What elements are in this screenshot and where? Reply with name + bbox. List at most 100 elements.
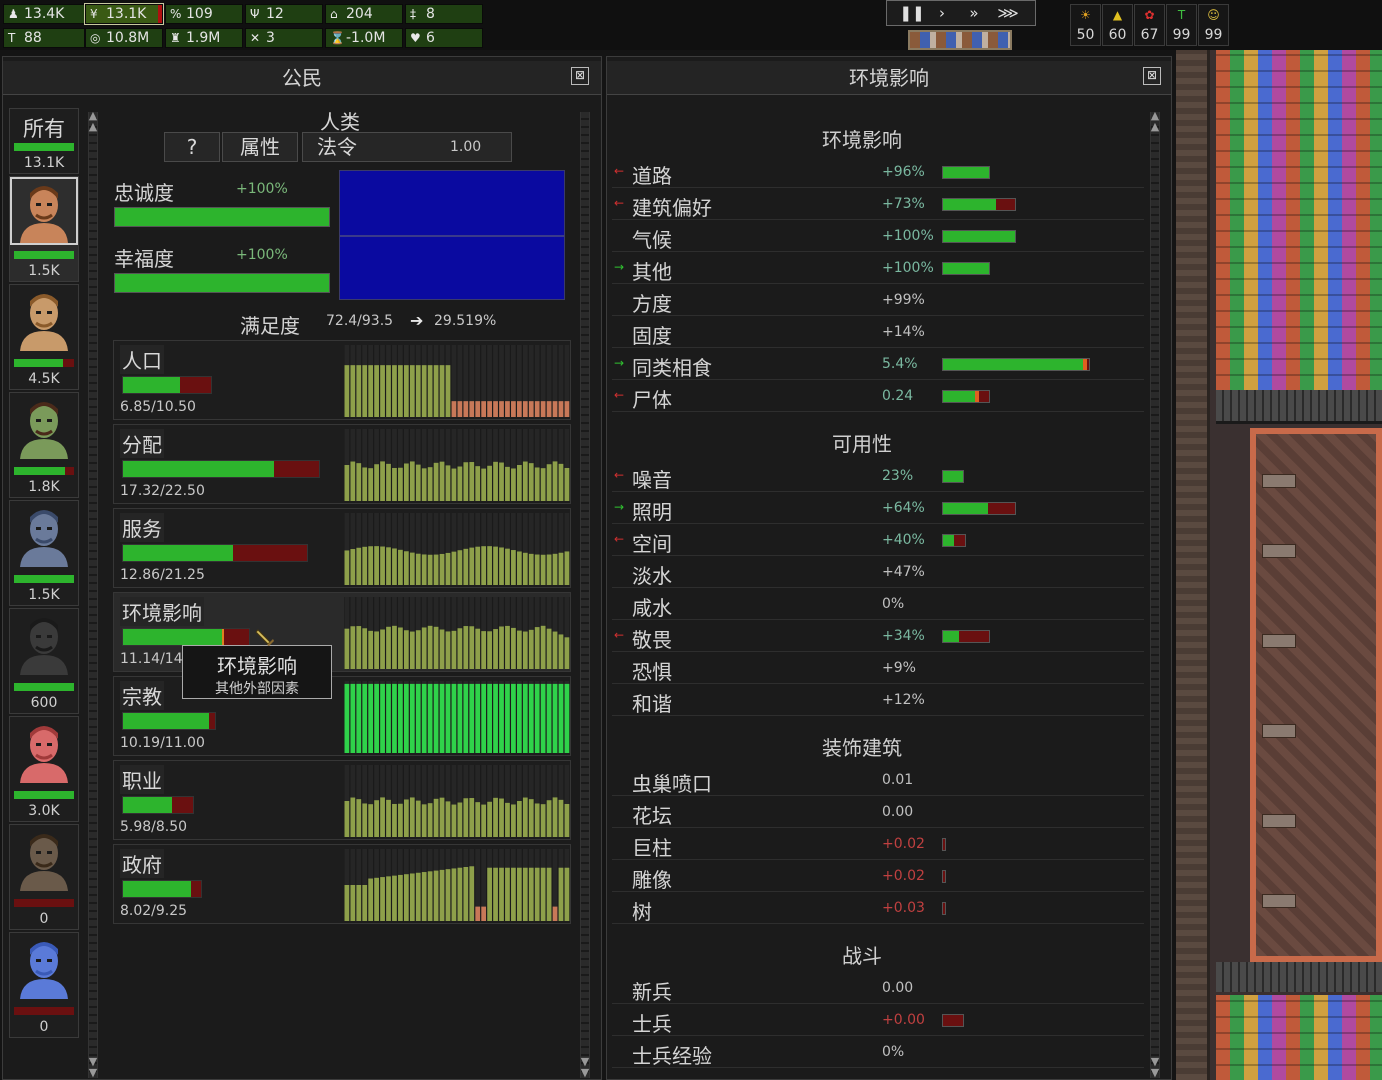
trident-icon: T <box>1177 8 1186 22</box>
tile-preview <box>908 30 1012 50</box>
need-6[interactable]: 政府 8.02/9.25 <box>113 844 571 924</box>
satisfaction-rate: 29.519% <box>434 313 497 329</box>
env-bar <box>942 390 990 403</box>
resource-value: 204 <box>346 6 373 22</box>
resource-wheat[interactable]: Ψ 12 <box>245 4 323 24</box>
env-row[interactable]: 恐惧 +9% <box>612 652 1144 684</box>
species-item[interactable]: 0 <box>9 824 79 930</box>
env-row[interactable]: 花坛 0.00 <box>612 796 1144 828</box>
history-bar <box>350 549 356 585</box>
resource-coins[interactable]: ◎ 10.8M <box>85 28 163 48</box>
species-all[interactable]: 所有 13.1K <box>9 108 79 174</box>
species-item[interactable]: 1.5K <box>9 500 79 606</box>
species-item[interactable]: 1.5K <box>9 176 79 282</box>
env-row[interactable]: 咸水 0% <box>612 588 1144 620</box>
env-scroll-down-icon[interactable]: ▼ ▼ <box>1150 1056 1160 1078</box>
env-row[interactable]: 固度 +14% <box>612 316 1144 348</box>
resource-population[interactable]: ♟ 13.4K <box>3 4 85 24</box>
tab-attributes[interactable]: 属性 <box>222 132 298 162</box>
history-bar <box>356 547 362 585</box>
env-row[interactable]: 巨柱 +0.02 <box>612 828 1144 860</box>
counter-flower[interactable]: ✿ 67 <box>1134 4 1165 46</box>
play-button[interactable]: › <box>928 2 956 24</box>
env-label: 气候 <box>632 228 672 252</box>
env-row[interactable]: 和谐 +12% <box>612 684 1144 716</box>
env-row[interactable]: 方度 +99% <box>612 284 1144 316</box>
scroll-down-icon[interactable]: ▼ ▼ <box>88 1056 98 1078</box>
env-row[interactable]: → 其他 +100% <box>612 252 1144 284</box>
history-bar <box>386 876 391 921</box>
species-item[interactable]: 4.5K <box>9 284 79 390</box>
resource-hourglass[interactable]: ⌛ -1.0M <box>325 28 403 48</box>
detail-scroll-down-icon[interactable]: ▼ ▼ <box>580 1056 590 1078</box>
warning-icon: ▲ <box>1112 8 1123 22</box>
env-row[interactable]: 虫巢喷口 0.01 <box>612 764 1144 796</box>
pause-button[interactable]: ❚❚ <box>898 2 926 24</box>
species-item[interactable]: 1.8K <box>9 392 79 498</box>
stone-wall <box>1176 50 1210 1080</box>
env-row[interactable]: ← 敬畏 +34% <box>612 620 1144 652</box>
counter-face[interactable]: ☺ 99 <box>1198 4 1229 46</box>
env-row[interactable]: ← 建筑偏好 +73% <box>612 188 1144 220</box>
env-row[interactable]: 气候 +100% <box>612 220 1144 252</box>
counter-warning[interactable]: ▲ 60 <box>1102 4 1133 46</box>
env-scroll-up-icon[interactable]: ▲ ▲ <box>1150 110 1160 132</box>
env-section-title: 环境影响 <box>822 128 902 152</box>
environment-scrollbar[interactable] <box>1150 112 1160 1078</box>
history-bar <box>409 631 415 669</box>
env-row[interactable]: ← 道路 +96% <box>612 156 1144 188</box>
species-item[interactable]: 3.0K <box>9 716 79 822</box>
env-row[interactable]: 士兵经验 0% <box>612 1036 1144 1068</box>
need-5[interactable]: 职业 5.98/8.50 <box>113 760 571 840</box>
game-map[interactable] <box>1176 50 1382 1080</box>
happiness-bar <box>114 273 330 293</box>
counter-sun[interactable]: ☀ 50 <box>1070 4 1101 46</box>
history-bar <box>374 365 379 417</box>
history-bar <box>374 631 379 669</box>
species-item[interactable]: 0 <box>9 932 79 1038</box>
counter-trident[interactable]: T 99 <box>1166 4 1197 46</box>
history-bar <box>499 867 504 921</box>
env-row[interactable]: ← 尸体 0.24 <box>612 380 1144 412</box>
env-label: 同类相食 <box>632 356 712 380</box>
resource-heart[interactable]: ♥ 6 <box>405 28 483 48</box>
scroll-up-icon[interactable]: ▲ ▲ <box>88 110 98 132</box>
species-scrollbar[interactable] <box>88 112 98 1078</box>
history-bar <box>380 877 385 921</box>
env-row[interactable]: 士兵 +0.00 <box>612 1004 1144 1036</box>
resource-worker[interactable]: T 88 <box>3 28 85 48</box>
env-row[interactable]: 新兵 0.00 <box>612 972 1144 1004</box>
env-row[interactable]: ← 空间 +40% <box>612 524 1144 556</box>
env-row[interactable]: 雕像 +0.02 <box>612 860 1144 892</box>
room-wall <box>1216 390 1382 424</box>
fast-forward-button[interactable]: » <box>960 2 988 24</box>
history-bar <box>392 683 397 753</box>
history-bar <box>439 461 445 501</box>
need-history-chart <box>344 513 570 585</box>
resource-chain[interactable]: % 109 <box>165 4 243 24</box>
env-label: 花坛 <box>632 804 672 828</box>
help-button[interactable]: ? <box>164 132 220 162</box>
species-item[interactable]: 600 <box>9 608 79 714</box>
env-row[interactable]: 淡水 +47% <box>612 556 1144 588</box>
close-citizens-button[interactable]: ⊠ <box>571 67 589 85</box>
need-2[interactable]: 服务 12.86/21.25 <box>113 508 571 588</box>
detail-scrollbar[interactable] <box>580 112 590 1078</box>
resource-house[interactable]: ⌂ 204 <box>325 4 403 24</box>
resource-swords[interactable]: ✕ 3 <box>245 28 323 48</box>
need-0[interactable]: 人口 6.85/10.50 <box>113 340 571 420</box>
resource-citizens[interactable]: ¥13.1K <box>84 3 164 25</box>
resource-tower[interactable]: ♜ 1.9M <box>165 28 243 48</box>
history-bar <box>475 466 481 501</box>
history-bar <box>445 683 451 753</box>
need-1[interactable]: 分配 17.32/22.50 <box>113 424 571 504</box>
history-bar <box>522 461 528 501</box>
env-row[interactable]: 树 +0.03 <box>612 892 1144 924</box>
fastest-button[interactable]: ⋙ <box>994 2 1022 24</box>
env-row[interactable]: ← 噪音 23% <box>612 460 1144 492</box>
close-environment-button[interactable]: ⊠ <box>1143 67 1161 85</box>
history-bar <box>350 365 356 417</box>
resource-shrine[interactable]: ‡ 8 <box>405 4 483 24</box>
env-row[interactable]: → 同类相食 5.4% <box>612 348 1144 380</box>
env-row[interactable]: → 照明 +64% <box>612 492 1144 524</box>
